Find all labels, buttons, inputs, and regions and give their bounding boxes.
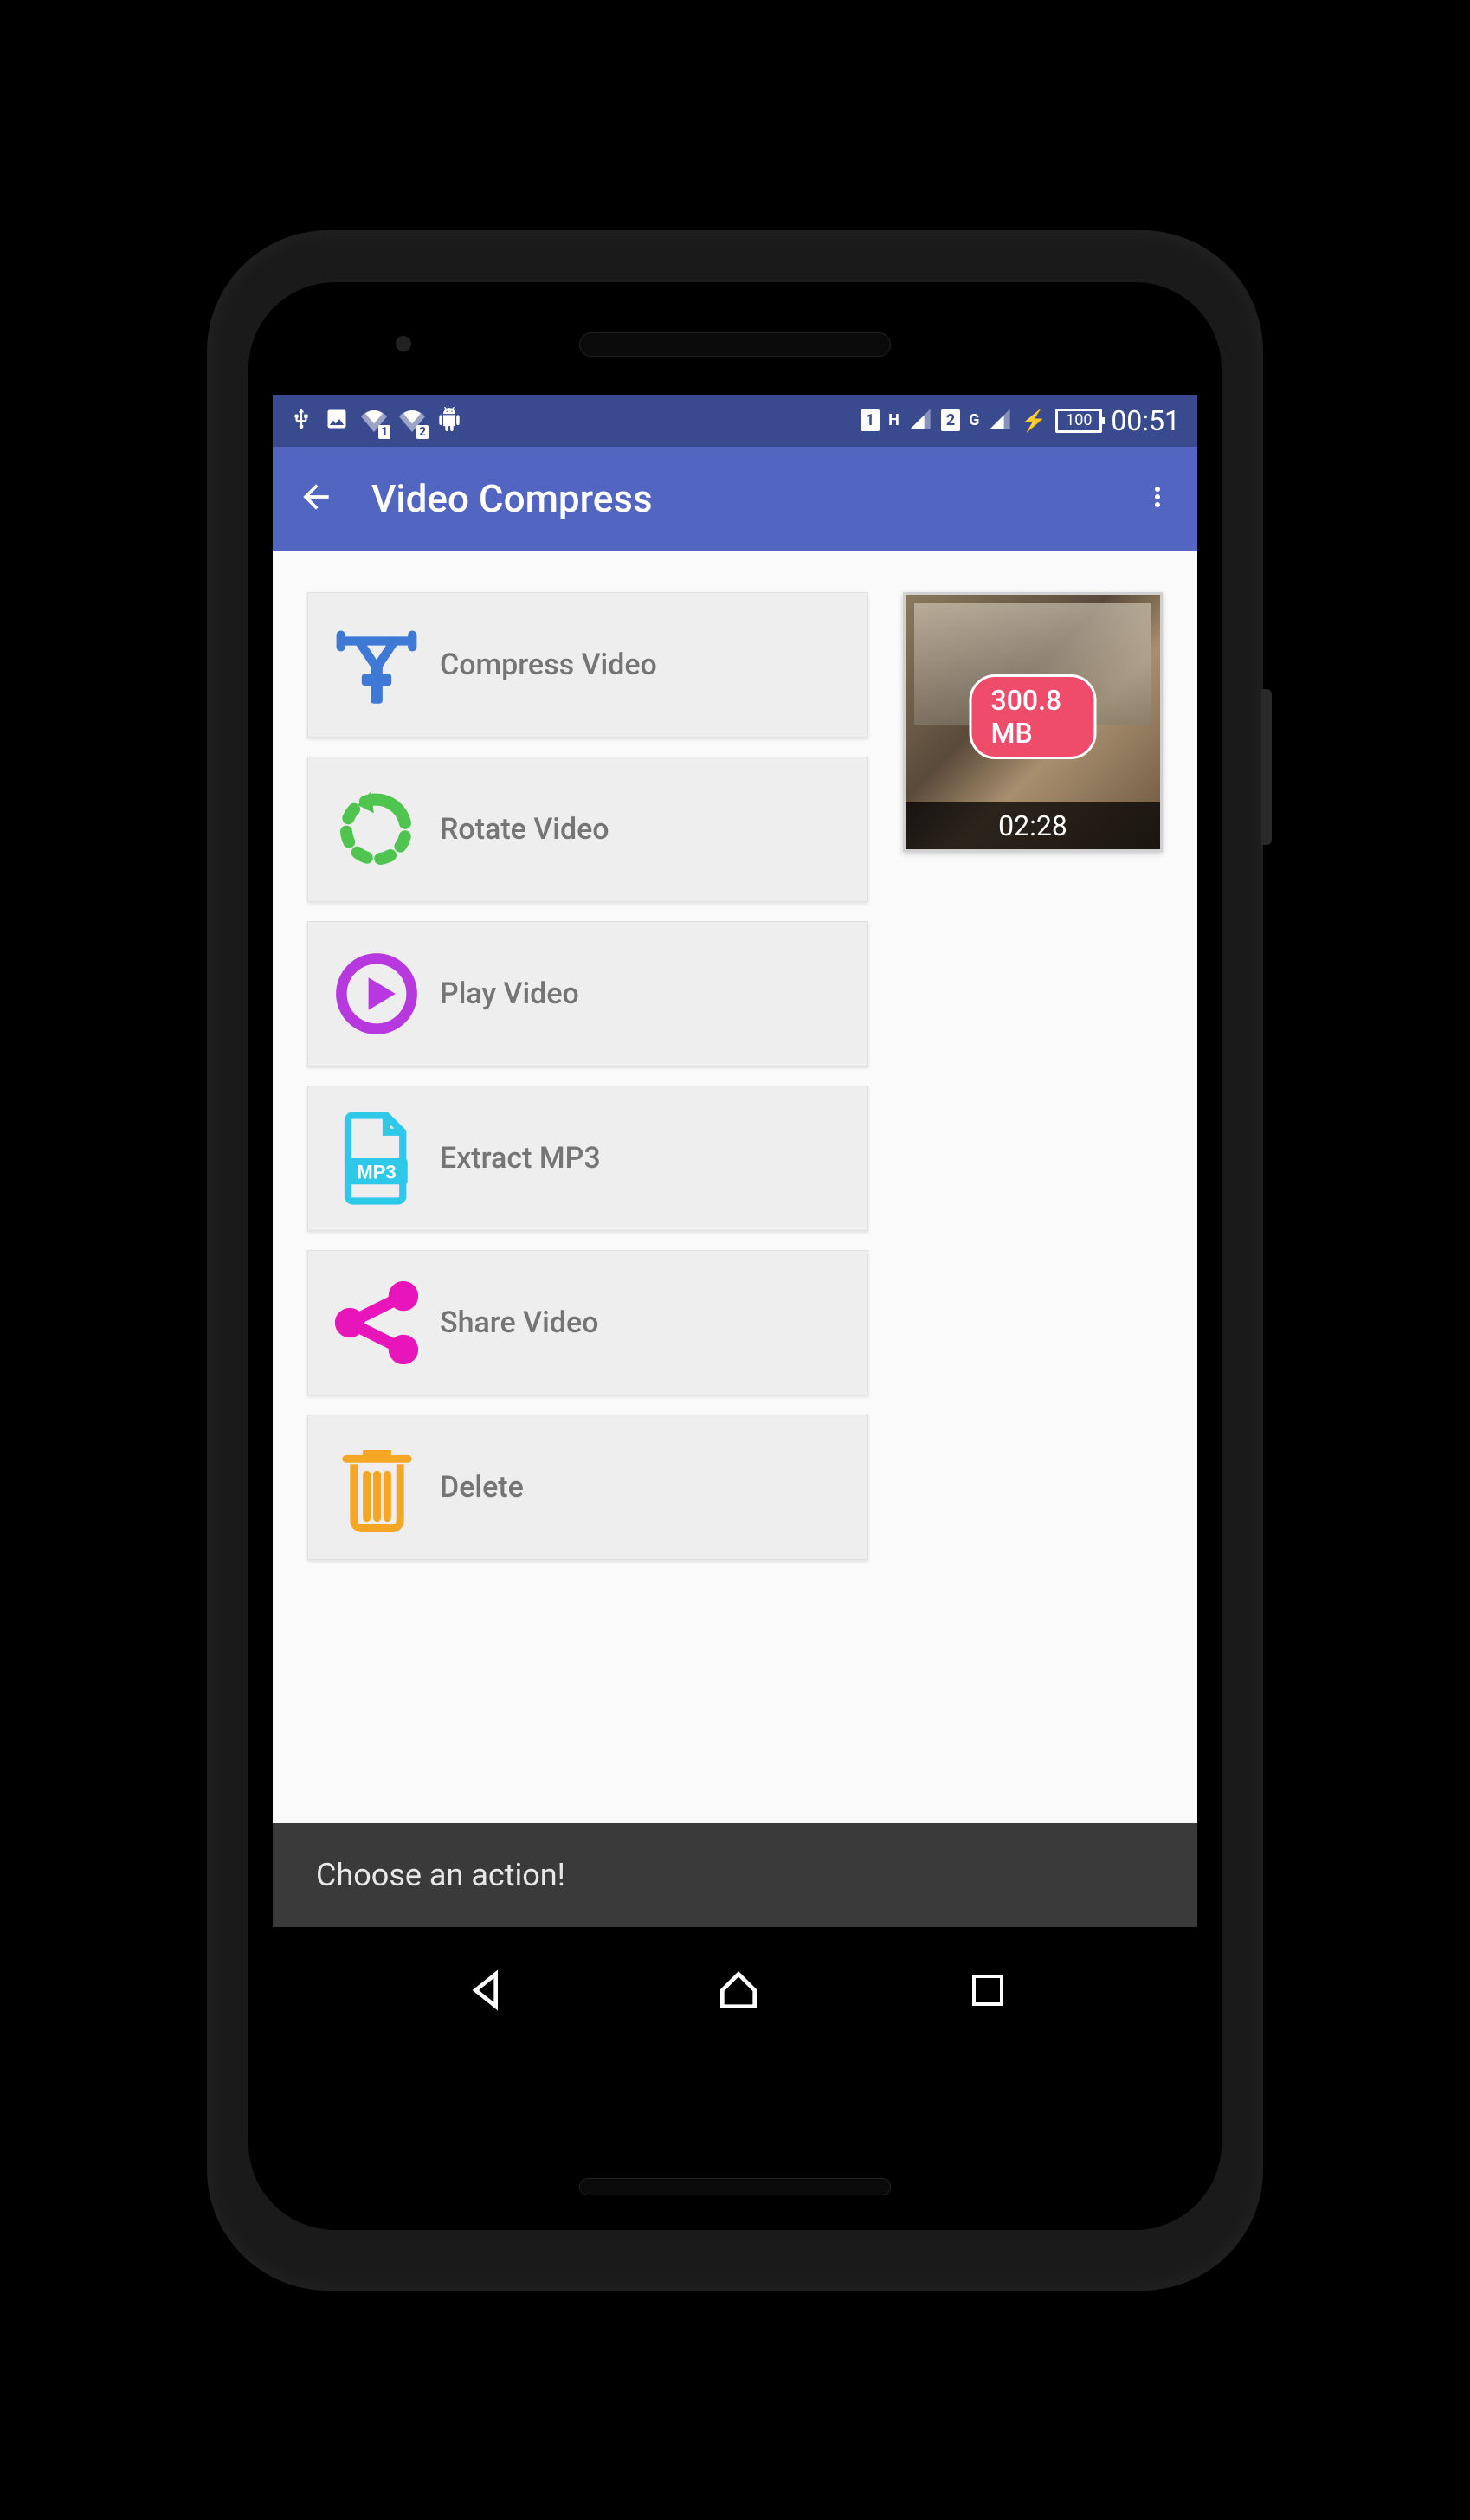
power-button: [1261, 689, 1272, 845]
sim2-net: G: [969, 411, 979, 429]
delete-button[interactable]: Delete: [307, 1415, 868, 1560]
share-video-button[interactable]: Share Video: [307, 1250, 868, 1395]
footer-hint: Choose an action!: [273, 1823, 1197, 1927]
share-icon: [329, 1275, 424, 1370]
clock: 00:51: [1111, 404, 1180, 437]
screen: 1 2 1 H 2 G: [273, 395, 1197, 2057]
status-left: 1 2: [290, 405, 461, 436]
usb-icon: [290, 405, 313, 436]
content: Compress Video Rotate Video: [273, 551, 1197, 1754]
charging-icon: ⚡: [1021, 409, 1047, 433]
extract-mp3-button[interactable]: MP3 Extract MP3: [307, 1086, 868, 1231]
overflow-menu-button[interactable]: [1142, 481, 1173, 516]
nav-back-button[interactable]: [461, 1966, 510, 2018]
wifi1-badge: 1: [378, 425, 390, 439]
phone-speaker: [579, 332, 891, 357]
action-label: Extract MP3: [440, 1141, 601, 1176]
action-label: Delete: [440, 1470, 524, 1505]
size-badge: 300.8 MB: [970, 674, 1097, 759]
phone-inner: 1 2 1 H 2 G: [248, 282, 1222, 2230]
mp3-icon: MP3: [329, 1111, 424, 1206]
wifi2-badge: 2: [416, 425, 429, 439]
trash-icon: [329, 1440, 424, 1535]
wifi2-icon: 2: [399, 406, 425, 435]
play-icon: [329, 946, 424, 1041]
nav-home-button[interactable]: [714, 1966, 763, 2018]
video-thumbnail[interactable]: 300.8 MB 02:28: [903, 592, 1163, 852]
back-button[interactable]: [297, 478, 335, 519]
sim1-badge: 1: [861, 409, 880, 431]
duration-label: 02:28: [906, 802, 1160, 849]
app-title: Video Compress: [371, 476, 1142, 521]
rotate-video-button[interactable]: Rotate Video: [307, 757, 868, 902]
action-label: Compress Video: [440, 648, 657, 682]
footer-hint-text: Choose an action!: [316, 1857, 565, 1893]
status-right: 1 H 2 G ⚡ 100 00:51: [861, 404, 1180, 437]
rotate-icon: [329, 782, 424, 877]
app-bar: Video Compress: [273, 447, 1197, 551]
thumbnail-panel: 300.8 MB 02:28: [903, 592, 1163, 1712]
svg-text:MP3: MP3: [357, 1161, 396, 1183]
action-label: Rotate Video: [440, 812, 609, 847]
wifi1-icon: 1: [361, 406, 387, 435]
actions-list: Compress Video Rotate Video: [307, 592, 868, 1712]
phone-frame: 1 2 1 H 2 G: [207, 230, 1263, 2291]
phone-bottom-speaker: [579, 2178, 891, 2195]
battery-icon: 100: [1055, 409, 1102, 433]
play-video-button[interactable]: Play Video: [307, 921, 868, 1067]
sim2-badge: 2: [941, 409, 960, 431]
nav-bar: [273, 1927, 1197, 2057]
android-debug-icon: [437, 407, 461, 435]
phone-camera: [396, 336, 411, 351]
action-label: Share Video: [440, 1305, 598, 1340]
signal1-icon: [908, 407, 932, 435]
image-icon: [325, 407, 349, 435]
signal2-icon: [988, 407, 1012, 435]
sim1-net: H: [888, 411, 899, 429]
action-label: Play Video: [440, 976, 579, 1011]
status-bar: 1 2 1 H 2 G: [273, 395, 1197, 447]
compress-icon: [329, 617, 424, 712]
compress-video-button[interactable]: Compress Video: [307, 592, 868, 738]
nav-recents-button[interactable]: [967, 1969, 1009, 2014]
